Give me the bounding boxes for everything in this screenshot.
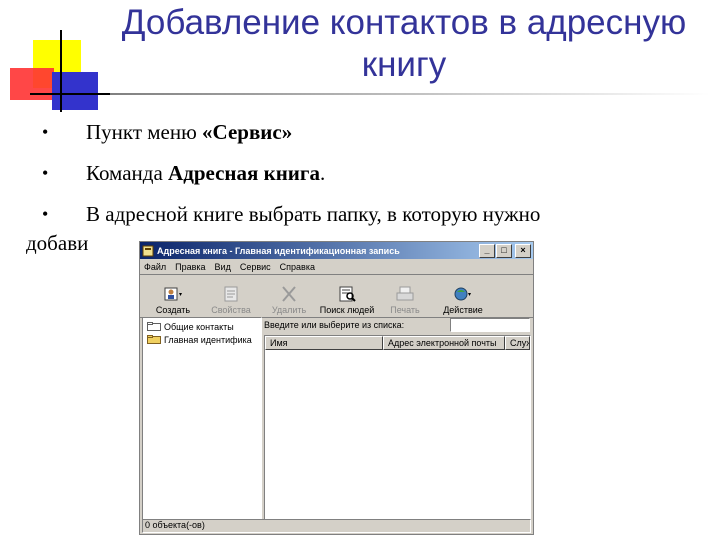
bullet-item: • Команда Адресная книга. — [40, 159, 700, 188]
search-input[interactable] — [450, 318, 530, 332]
maximize-button[interactable]: □ — [496, 243, 512, 258]
bullet-icon: • — [42, 122, 49, 142]
bullet-bold-text: «Сервис» — [202, 120, 293, 144]
menu-edit[interactable]: Правка — [175, 262, 205, 272]
tree-item-label: Главная идентифика — [164, 334, 252, 345]
new-contact-label: Создать — [155, 305, 191, 315]
address-book-window: Адресная книга - Главная идентификационн… — [139, 241, 534, 535]
decor-blue-square — [52, 72, 98, 110]
bullet-text: Пункт меню — [86, 120, 203, 144]
new-contact-icon — [164, 287, 182, 301]
address-book-icon — [142, 245, 154, 256]
menu-view[interactable]: Вид — [215, 262, 231, 272]
find-people-label: Поиск людей — [319, 305, 375, 315]
properties-button[interactable]: Свойства — [202, 285, 260, 315]
bullet-list: • Пункт меню «Сервис» • Команда Адресная… — [26, 118, 700, 257]
bullet-icon: • — [42, 204, 49, 224]
column-header-business[interactable]: Служ — [505, 336, 530, 350]
tree-item-main-identity[interactable]: Главная идентифика — [147, 333, 261, 346]
title-underline — [110, 93, 710, 95]
bullet-text: В адресной книге выбрать папку, в котору… — [86, 202, 541, 226]
decor-vertical-line — [60, 30, 62, 112]
tree-item-shared-contacts[interactable]: Общие контакты — [147, 320, 261, 333]
bullet-icon: • — [42, 163, 49, 183]
folder-tree[interactable]: Общие контакты Главная идентифика — [142, 317, 262, 520]
properties-label: Свойства — [211, 305, 251, 315]
contact-list[interactable]: Имя Адрес электронной почты Служ — [264, 335, 531, 520]
window-title: Адресная книга - Главная идентификационн… — [157, 245, 400, 256]
window-titlebar[interactable]: Адресная книга - Главная идентификационн… — [140, 242, 533, 259]
close-button[interactable]: × — [515, 243, 531, 258]
properties-icon — [224, 286, 238, 302]
column-header-name[interactable]: Имя — [265, 336, 383, 350]
menu-file[interactable]: Файл — [144, 262, 166, 272]
menu-help[interactable]: Справка — [280, 262, 315, 272]
status-bar: 0 объекта(-ов) — [142, 519, 531, 533]
bullet-bold-text: Адресная книга — [168, 161, 320, 185]
delete-icon — [282, 286, 296, 302]
bullet-suffix: . — [319, 161, 326, 185]
tree-item-label: Общие контакты — [164, 321, 234, 332]
bullet-text: Команда — [86, 161, 169, 185]
menu-tools[interactable]: Сервис — [240, 262, 271, 272]
decor-horizontal-line — [30, 93, 110, 95]
delete-label: Удалить — [271, 305, 307, 315]
search-label: Введите или выберите из списка: — [264, 320, 405, 330]
action-icon — [454, 287, 471, 301]
minimize-button[interactable]: _ — [479, 243, 495, 258]
content-area: Общие контакты Главная идентифика Введит… — [142, 317, 531, 520]
find-people-button[interactable]: Поиск людей — [318, 285, 376, 315]
print-label: Печать — [390, 305, 420, 315]
action-button[interactable]: Действие — [434, 285, 492, 315]
bullet-item: • Пункт меню «Сервис» — [40, 118, 700, 147]
right-pane: Введите или выберите из списка: Имя Адре… — [264, 317, 531, 520]
decor-red-square — [10, 68, 54, 100]
search-row: Введите или выберите из списка: — [264, 317, 531, 333]
action-label: Действие — [443, 305, 483, 315]
find-people-icon — [339, 286, 356, 302]
folder-icon — [147, 335, 161, 344]
delete-button[interactable]: Удалить — [260, 285, 318, 315]
menu-bar: Файл Правка Вид Сервис Справка — [140, 259, 533, 275]
column-headers: Имя Адрес электронной почты Служ — [265, 336, 530, 350]
print-icon — [396, 286, 414, 301]
toolbar: Создать Свойства Удалить Поиск людей Печ… — [140, 275, 533, 318]
new-contact-button[interactable]: Создать — [144, 285, 202, 315]
column-header-email[interactable]: Адрес электронной почты — [383, 336, 505, 350]
folder-icon — [147, 322, 161, 331]
print-button[interactable]: Печать — [376, 285, 434, 315]
slide-title: Добавление контактов в адресную книгу — [121, 3, 687, 84]
bullet-item: • В адресной книге выбрать папку, в кото… — [40, 200, 700, 229]
